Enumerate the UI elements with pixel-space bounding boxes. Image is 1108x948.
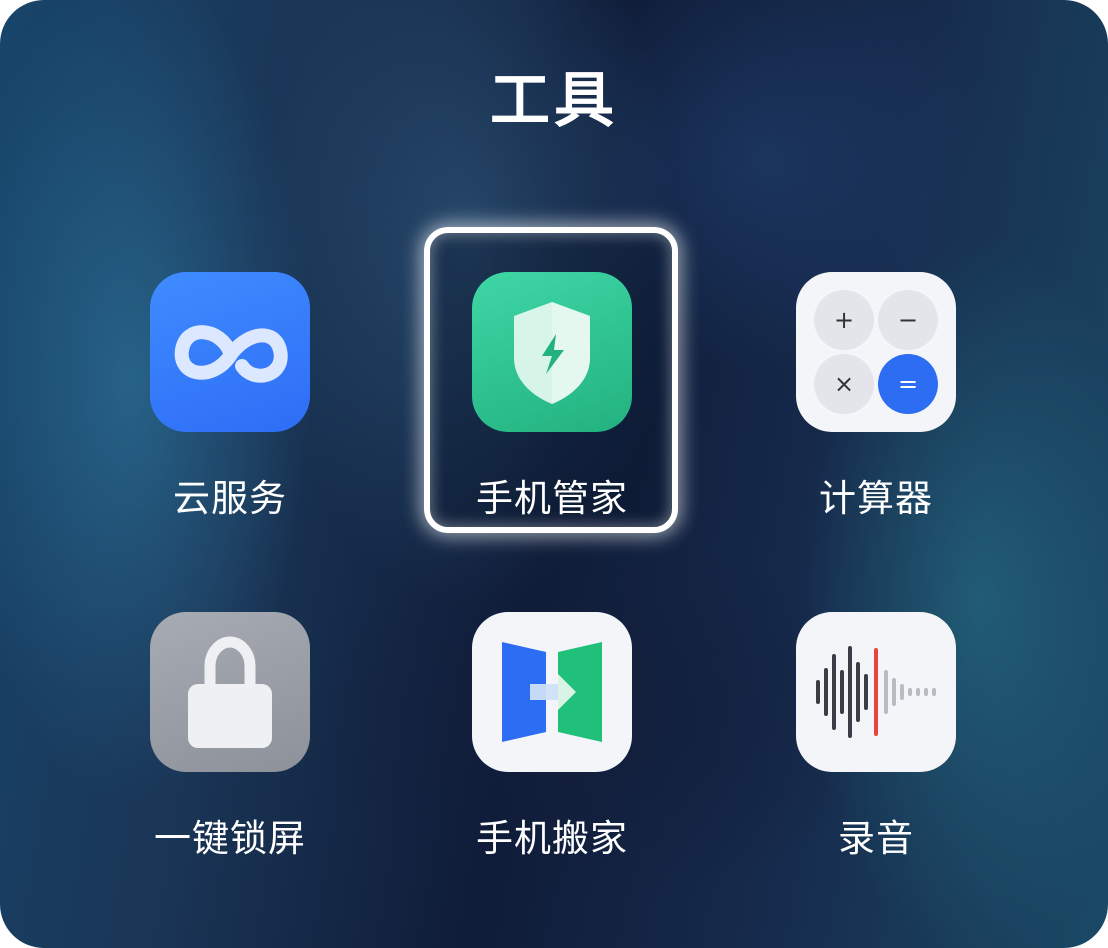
calc-minus-key: − xyxy=(878,290,938,350)
padlock-icon xyxy=(150,612,310,772)
calc-equals-key: = xyxy=(878,354,938,414)
calculator-icon: + − × = xyxy=(796,272,956,432)
app-phone-clone[interactable]: 手机搬家 xyxy=(452,612,652,862)
folder-title: 工具 xyxy=(490,66,618,136)
calc-times-key: × xyxy=(814,354,874,414)
cloud-infinity-icon xyxy=(150,272,310,432)
app-label: 一键锁屏 xyxy=(154,817,306,860)
app-one-tap-lock[interactable]: 一键锁屏 xyxy=(130,612,330,862)
tools-folder: 工具 云服务 手机管家 + − × = 计算器 一键锁屏 手机搬家 录音 xyxy=(0,0,1108,948)
app-label: 云服务 xyxy=(173,477,287,520)
app-label: 手机搬家 xyxy=(476,817,628,860)
shield-bolt-icon xyxy=(472,272,632,432)
app-phone-manager[interactable]: 手机管家 xyxy=(452,272,652,522)
phone-transfer-icon xyxy=(472,612,632,772)
sound-wave-icon xyxy=(796,612,956,772)
app-label: 计算器 xyxy=(819,477,933,520)
app-label: 录音 xyxy=(838,817,914,860)
app-calculator[interactable]: + − × = 计算器 xyxy=(776,272,976,522)
app-voice-recorder[interactable]: 录音 xyxy=(776,612,976,862)
app-label: 手机管家 xyxy=(476,477,628,520)
calc-plus-key: + xyxy=(814,290,874,350)
app-cloud-service[interactable]: 云服务 xyxy=(130,272,330,522)
